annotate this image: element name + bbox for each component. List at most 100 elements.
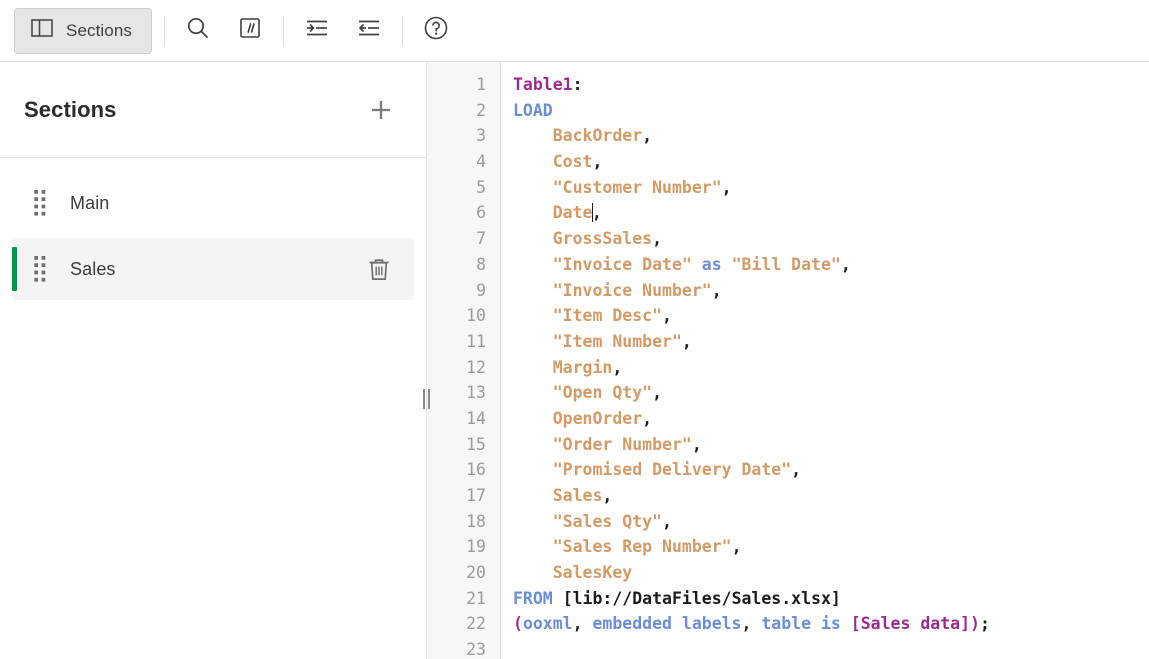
- code-token-punct: ,: [591, 203, 602, 223]
- code-line[interactable]: "Promised Delivery Date",: [513, 457, 1149, 483]
- line-number: 9: [476, 280, 486, 300]
- line-number: 11: [466, 331, 486, 351]
- line-number: 4: [476, 152, 486, 172]
- line-number: 21: [466, 588, 486, 608]
- sidebar-item-sales[interactable]: Sales: [12, 238, 414, 300]
- code-token-field: "Sales Qty": [552, 511, 663, 531]
- code-token-field: "Order Number": [552, 434, 692, 454]
- indent-increase-button[interactable]: [296, 10, 338, 52]
- code-line[interactable]: (ooxml, embedded labels, table is [Sales…: [513, 611, 1149, 637]
- code-token-punct: ,: [592, 152, 603, 172]
- code-token-punct: ,: [721, 177, 732, 197]
- sidebar-resize-splitter[interactable]: [417, 62, 435, 659]
- code-token-field: Date: [552, 203, 593, 223]
- code-token-field: "Promised Delivery Date": [552, 460, 792, 480]
- section-item-label: Main: [70, 192, 110, 213]
- editor-body: Sections Main Sales 1 2 3 4 5 6 7 8 9 10 11 12 13 14 15…: [0, 62, 1149, 659]
- code-token-kw: as: [701, 254, 722, 274]
- code-line[interactable]: "Sales Qty",: [513, 509, 1149, 535]
- code-token-punct: ,: [662, 306, 672, 326]
- sidebar-item-main[interactable]: Main: [12, 172, 414, 234]
- code-line[interactable]: Date,: [513, 200, 1149, 226]
- code-token-punct: ,: [642, 126, 653, 146]
- line-number: 15: [466, 434, 486, 454]
- section-item-label: Sales: [70, 258, 116, 279]
- code-token-field: Sales: [552, 486, 603, 505]
- code-token-kw: table is: [761, 614, 841, 634]
- indent-decrease-button[interactable]: [348, 10, 390, 52]
- line-number: 14: [466, 408, 486, 428]
- code-token-field: BackOrder: [552, 126, 643, 146]
- code-line[interactable]: "Invoice Number",: [513, 278, 1149, 304]
- code-line[interactable]: FROM [lib://DataFiles/Sales.xlsx]: [513, 586, 1149, 612]
- code-token-plain: [lib://DataFiles/Sales.xlsx]: [562, 588, 841, 608]
- line-number: 8: [476, 254, 486, 274]
- code-line[interactable]: "Order Number",: [513, 432, 1149, 458]
- code-line[interactable]: "Customer Number",: [513, 175, 1149, 201]
- code-token-field: "Customer Number": [552, 177, 722, 197]
- toggle-sections-button[interactable]: Sections: [14, 7, 153, 54]
- code-token-field: "Invoice Date": [552, 254, 692, 274]
- code-token-kw: ooxml: [522, 614, 573, 634]
- editor-toolbar: Sections: [0, 0, 1149, 62]
- comment-slashes-icon: [237, 15, 263, 46]
- sections-panel-title: Sections: [24, 96, 117, 122]
- search-icon: [185, 15, 211, 46]
- code-line[interactable]: "Invoice Date" as "Bill Date",: [513, 252, 1149, 278]
- code-line[interactable]: "Sales Rep Number",: [513, 534, 1149, 560]
- code-line[interactable]: "Open Qty",: [513, 380, 1149, 406]
- trash-icon: [369, 258, 389, 280]
- panel-layout-icon: [31, 18, 53, 43]
- code-line[interactable]: BackOrder,: [513, 123, 1149, 149]
- indent-increase-icon: [303, 15, 331, 46]
- script-editor[interactable]: 1 2 3 4 5 6 7 8 9 10 11 12 13 14 15 16 17 18 19 20 21 22 23 Ta…: [427, 62, 1149, 659]
- toolbar-divider-1: [164, 15, 166, 46]
- search-button[interactable]: [177, 10, 219, 52]
- code-area[interactable]: Table1: LOAD BackOrder, Cost, "Customer N…: [501, 62, 1149, 659]
- code-line[interactable]: "Item Desc",: [513, 303, 1149, 329]
- code-token-punct: ,: [691, 434, 702, 454]
- plus-icon: [372, 100, 390, 119]
- line-number: 13: [466, 383, 486, 403]
- code-token-kw: embedded labels: [592, 614, 742, 634]
- code-line[interactable]: GrossSales,: [513, 226, 1149, 252]
- toggle-comment-button[interactable]: [229, 10, 271, 52]
- code-line[interactable]: LOAD: [513, 98, 1149, 124]
- code-line[interactable]: Table1:: [513, 72, 1149, 98]
- code-line[interactable]: OpenOrder,: [513, 406, 1149, 432]
- line-number: 18: [466, 511, 486, 531]
- code-line[interactable]: Margin,: [513, 355, 1149, 381]
- line-number: 3: [476, 126, 486, 146]
- sections-sidebar: Sections Main Sales: [0, 62, 430, 659]
- drag-handle-icon[interactable]: [34, 190, 52, 216]
- code-token-punct: ,: [602, 486, 613, 505]
- code-token-punct: ,: [662, 511, 672, 531]
- code-token-field: "Bill Date": [731, 254, 841, 274]
- code-token-punct: ;: [979, 614, 990, 634]
- drag-handle-icon[interactable]: [34, 256, 52, 282]
- code-line[interactable]: Cost,: [513, 149, 1149, 175]
- code-token-field: Cost: [552, 152, 593, 172]
- line-number-gutter: 1 2 3 4 5 6 7 8 9 10 11 12 13 14 15 16 17 18 19 20 21 22 23: [427, 62, 501, 659]
- add-section-button[interactable]: [364, 93, 398, 127]
- help-button[interactable]: [415, 10, 457, 52]
- toolbar-divider-3: [402, 15, 404, 46]
- code-line[interactable]: Sales,: [513, 483, 1149, 509]
- code-line[interactable]: SalesKey: [513, 560, 1149, 586]
- code-line[interactable]: "Item Number",: [513, 329, 1149, 355]
- line-number: 2: [476, 100, 486, 120]
- delete-section-button[interactable]: [362, 252, 396, 286]
- code-token-punct: ,: [652, 229, 663, 249]
- code-line[interactable]: [513, 637, 1149, 659]
- code-token-punct: ,: [572, 614, 583, 634]
